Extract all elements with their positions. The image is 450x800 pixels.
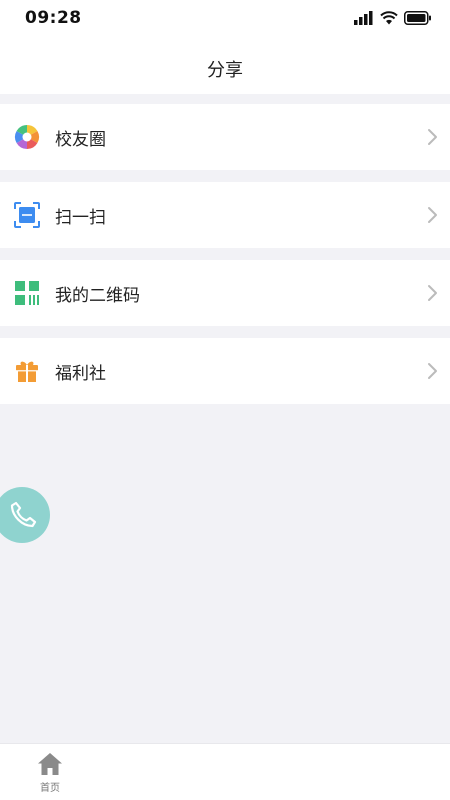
menu-item-alumni-circle[interactable]: 校友圈 (0, 104, 450, 170)
call-floating-button[interactable] (0, 487, 50, 543)
tab-label: 首页 (40, 783, 60, 794)
tab-home[interactable]: 首页 (30, 752, 70, 796)
chevron-right-icon (428, 285, 437, 301)
menu-item-label: 扫一扫 (55, 208, 106, 228)
nav-bar: 分享 (0, 40, 450, 94)
menu-item-label: 我的二维码 (55, 286, 140, 306)
gift-icon (16, 361, 38, 382)
page-title: 分享 (207, 60, 243, 81)
chevron-right-icon (428, 129, 437, 145)
menu-item-scan[interactable]: 扫一扫 (0, 182, 450, 248)
menu-item-my-qr-code[interactable]: 我的二维码 (0, 260, 450, 326)
colorful-aperture-icon (14, 125, 40, 149)
phone-icon (10, 501, 37, 528)
chevron-right-icon (428, 363, 437, 379)
signal-icon (354, 11, 373, 25)
menu-item-label: 校友圈 (55, 130, 106, 150)
chevron-right-icon (428, 207, 437, 223)
status-bar: 09:28 (0, 0, 450, 40)
home-icon (38, 753, 62, 775)
qr-code-icon (15, 281, 39, 305)
status-icons (354, 10, 432, 26)
menu-item-label: 福利社 (55, 364, 106, 384)
status-time: 09:28 (25, 8, 82, 28)
menu-item-welfare[interactable]: 福利社 (0, 338, 450, 404)
scan-icon (14, 202, 40, 228)
wifi-icon (380, 11, 398, 25)
battery-icon (404, 11, 431, 25)
tab-bar: 首页 (0, 743, 450, 800)
